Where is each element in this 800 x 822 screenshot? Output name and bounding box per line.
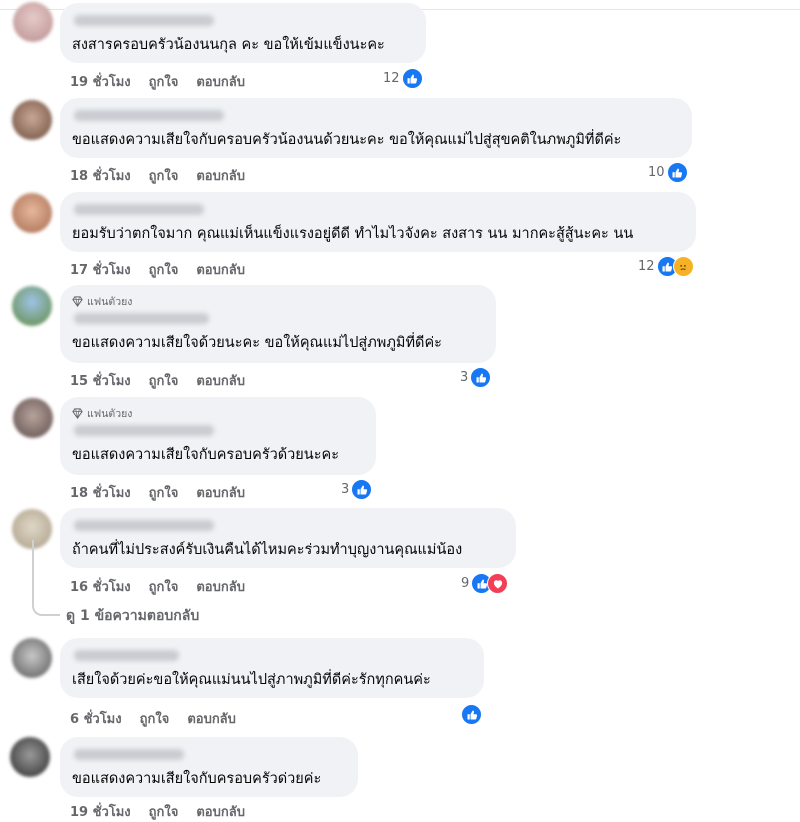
comment-bubble: แฟนตัวยง ขอแสดงความเสียใจกับครอบครัวด้วย… — [60, 397, 376, 475]
avatar[interactable] — [13, 2, 53, 42]
comment-text: ขอแสดงความเสียใจกับครอบครัวน้องนนด้วยนะค… — [72, 132, 622, 148]
comment-actions: 6 ชั่วโมง ถูกใจ ตอบกลับ — [70, 708, 236, 729]
avatar[interactable] — [12, 638, 52, 678]
reaction-summary[interactable]: 3 — [460, 367, 492, 388]
top-fan-badge[interactable]: แฟนตัวยง — [72, 293, 484, 309]
reply-button[interactable]: ตอบกลับ — [196, 71, 245, 92]
like-button[interactable]: ถูกใจ — [149, 259, 179, 280]
reaction-count: 9 — [461, 576, 470, 591]
comment-bubble: แฟนตัวยง ขอแสดงความเสียใจด้วยนะคะ ขอให้ค… — [60, 285, 496, 363]
commenter-name-blurred[interactable] — [74, 520, 214, 531]
commenter-name-blurred[interactable] — [74, 15, 214, 26]
avatar[interactable] — [12, 100, 52, 140]
avatar[interactable] — [13, 398, 53, 438]
comment-text: ขอแสดงความเสียใจกับครอบครัวด่วยค่ะ — [72, 771, 322, 787]
comment-text: ขอแสดงความเสียใจกับครอบครัวด้วยนะคะ — [72, 447, 339, 463]
reaction-count: 12 — [638, 259, 655, 274]
top-fan-badge[interactable]: แฟนตัวยง — [72, 405, 364, 421]
heart-icon — [487, 573, 509, 594]
like-button[interactable]: ถูกใจ — [140, 708, 170, 729]
comment-actions: 17 ชั่วโมง ถูกใจ ตอบกลับ — [70, 259, 245, 280]
sad-face-icon — [672, 256, 694, 277]
badge-label: แฟนตัวยง — [87, 295, 133, 308]
comment-text: ขอแสดงความเสียใจด้วยนะคะ ขอให้คุณแม่ไปสู… — [72, 335, 442, 351]
view-replies-link[interactable]: ดู 1 ข้อความตอบกลับ — [66, 605, 199, 627]
reply-button[interactable]: ตอบกลับ — [196, 370, 245, 391]
reply-button[interactable]: ตอบกลับ — [196, 259, 245, 280]
avatar[interactable] — [10, 737, 50, 777]
reply-button[interactable]: ตอบกลับ — [196, 801, 245, 822]
commenter-name-blurred[interactable] — [74, 749, 184, 760]
comment-text: เสียใจด้วยค่ะขอให้คุณแม่นนไปสู่ภาพภูมิที… — [72, 672, 431, 688]
reaction-count: 10 — [648, 165, 665, 180]
thumbs-up-icon — [461, 704, 482, 725]
commenter-name-blurred[interactable] — [74, 110, 224, 121]
like-button[interactable]: ถูกใจ — [149, 165, 179, 186]
diamond-icon — [72, 295, 83, 307]
reaction-summary[interactable]: 12 — [383, 68, 423, 89]
diamond-icon — [72, 407, 83, 419]
comment-actions: 18 ชั่วโมง ถูกใจ ตอบกลับ — [70, 482, 245, 503]
reply-button[interactable]: ตอบกลับ — [196, 165, 245, 186]
reply-button[interactable]: ตอบกลับ — [187, 708, 236, 729]
comment-time[interactable]: 15 ชั่วโมง — [70, 370, 131, 391]
comment-time[interactable]: 18 ชั่วโมง — [70, 482, 131, 503]
comment-text: ถ้าคนที่ไม่ประสงค์รับเงินคืนได้ไหมคะร่วม… — [72, 542, 463, 558]
comment-actions: 19 ชั่วโมง ถูกใจ ตอบกลับ — [70, 801, 245, 822]
reply-button[interactable]: ตอบกลับ — [196, 576, 245, 597]
commenter-name-blurred[interactable] — [74, 313, 209, 324]
reaction-summary[interactable]: 3 — [341, 479, 373, 500]
comment-text: สงสารครอบครัวน้องนนกุล คะ ขอให้เข้มแข็งน… — [72, 37, 385, 53]
comment-bubble: ยอมรับว่าตกใจมาก คุณแม่เห็นแข็งแรงอยู่ดี… — [60, 192, 696, 252]
avatar[interactable] — [12, 286, 52, 326]
reaction-summary[interactable]: 10 — [648, 162, 688, 183]
comment-time[interactable]: 17 ชั่วโมง — [70, 259, 131, 280]
comment-bubble: ถ้าคนที่ไม่ประสงค์รับเงินคืนได้ไหมคะร่วม… — [60, 508, 516, 568]
reaction-count: 12 — [383, 71, 400, 86]
comment-bubble: เสียใจด้วยค่ะขอให้คุณแม่นนไปสู่ภาพภูมิที… — [60, 638, 484, 698]
comment-bubble: ขอแสดงความเสียใจกับครอบครัวน้องนนด้วยนะค… — [60, 98, 692, 158]
reaction-summary[interactable]: 12 — [638, 256, 694, 277]
like-button[interactable]: ถูกใจ — [149, 576, 179, 597]
comment-actions: 19 ชั่วโมง ถูกใจ ตอบกลับ — [70, 71, 245, 92]
thumbs-up-icon — [470, 367, 492, 388]
comment-time[interactable]: 16 ชั่วโมง — [70, 576, 131, 597]
comment-actions: 16 ชั่วโมง ถูกใจ ตอบกลับ — [70, 576, 245, 597]
comment-time[interactable]: 19 ชั่วโมง — [70, 71, 131, 92]
comment-time[interactable]: 6 ชั่วโมง — [70, 708, 122, 729]
badge-label: แฟนตัวยง — [87, 407, 133, 420]
reply-thread-line — [32, 540, 60, 616]
comment-actions: 18 ชั่วโมง ถูกใจ ตอบกลับ — [70, 165, 245, 186]
thumbs-up-icon — [401, 68, 423, 89]
like-button[interactable]: ถูกใจ — [149, 370, 179, 391]
reaction-count: 3 — [460, 370, 469, 385]
like-button[interactable]: ถูกใจ — [149, 801, 179, 822]
reaction-summary[interactable] — [459, 704, 482, 725]
avatar[interactable] — [12, 193, 52, 233]
reaction-summary[interactable]: 9 — [461, 573, 509, 594]
like-button[interactable]: ถูกใจ — [149, 482, 179, 503]
comment-text: ยอมรับว่าตกใจมาก คุณแม่เห็นแข็งแรงอยู่ดี… — [72, 226, 634, 242]
thumbs-up-icon — [351, 479, 373, 500]
comment-bubble: ขอแสดงความเสียใจกับครอบครัวด่วยค่ะ — [60, 737, 358, 797]
reaction-count: 3 — [341, 482, 350, 497]
commenter-name-blurred[interactable] — [74, 650, 179, 661]
comment-time[interactable]: 18 ชั่วโมง — [70, 165, 131, 186]
commenter-name-blurred[interactable] — [74, 204, 204, 215]
thumbs-up-icon — [666, 162, 688, 183]
reply-button[interactable]: ตอบกลับ — [196, 482, 245, 503]
comment-bubble: สงสารครอบครัวน้องนนกุล คะ ขอให้เข้มแข็งน… — [60, 3, 426, 63]
like-button[interactable]: ถูกใจ — [149, 71, 179, 92]
comment-actions: 15 ชั่วโมง ถูกใจ ตอบกลับ — [70, 370, 245, 391]
commenter-name-blurred[interactable] — [74, 425, 214, 436]
comment-time[interactable]: 19 ชั่วโมง — [70, 801, 131, 822]
